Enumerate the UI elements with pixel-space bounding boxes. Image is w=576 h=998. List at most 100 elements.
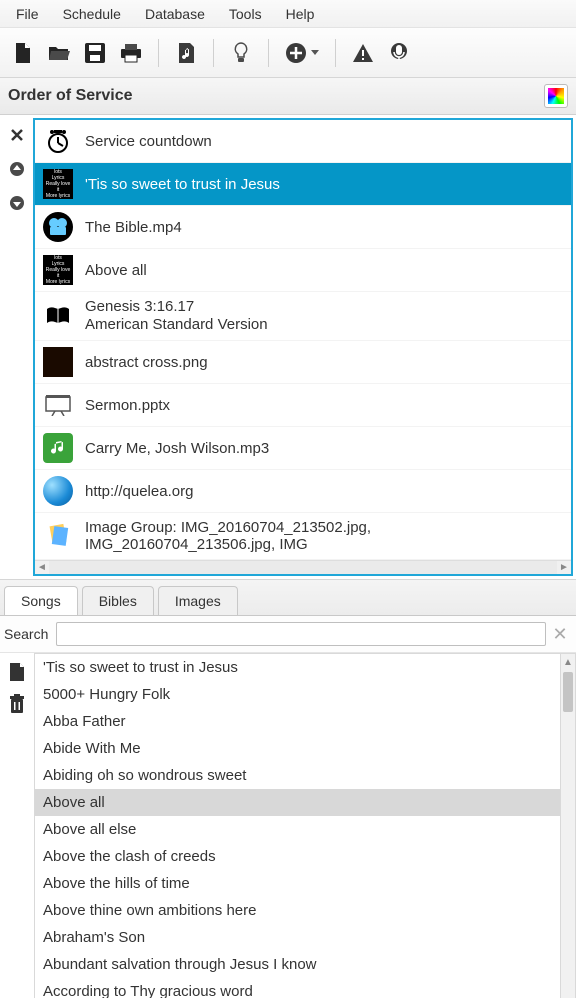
toolbar-separator bbox=[268, 39, 269, 67]
move-down-button[interactable] bbox=[8, 194, 26, 212]
schedule-item[interactable]: Lots and lotsLyricsReally love itMore ly… bbox=[35, 163, 571, 206]
microphone-button[interactable] bbox=[384, 38, 414, 68]
schedule-item-title: http://quelea.org bbox=[85, 483, 193, 500]
schedule-item-title: Genesis 3:16.17 bbox=[85, 298, 268, 316]
microphone-icon bbox=[390, 42, 408, 64]
schedule-item-title: Service countdown bbox=[85, 133, 212, 150]
song-row[interactable]: According to Thy gracious word bbox=[35, 978, 560, 998]
song-row[interactable]: Abraham's Son bbox=[35, 924, 560, 951]
save-icon bbox=[85, 43, 105, 63]
idea-button[interactable] bbox=[226, 38, 256, 68]
library-tabs: Songs Bibles Images bbox=[0, 579, 576, 616]
toolbar-separator bbox=[335, 39, 336, 67]
schedule-item-title: Sermon.pptx bbox=[85, 397, 170, 414]
add-button[interactable] bbox=[281, 38, 323, 68]
song-row[interactable]: Above all bbox=[35, 789, 560, 816]
warning-icon bbox=[352, 43, 374, 63]
timer-icon bbox=[43, 126, 73, 156]
scroll-track[interactable] bbox=[49, 561, 557, 574]
schedule-list[interactable]: Service countdown Lots and lotsLyricsReal… bbox=[33, 118, 573, 576]
song-row[interactable]: Abba Father bbox=[35, 708, 560, 735]
lightbulb-icon bbox=[234, 42, 248, 64]
schedule-item[interactable]: Lots and lotsLyricsReally love itMore ly… bbox=[35, 249, 571, 292]
menu-bar: File Schedule Database Tools Help bbox=[0, 0, 576, 28]
toolbar-separator bbox=[158, 39, 159, 67]
menu-file[interactable]: File bbox=[4, 2, 51, 26]
search-bar: Search ✕ bbox=[0, 616, 576, 653]
move-up-button[interactable] bbox=[8, 160, 26, 178]
save-schedule-button[interactable] bbox=[80, 38, 110, 68]
song-row[interactable]: Above the hills of time bbox=[35, 870, 560, 897]
rainbow-icon bbox=[548, 88, 564, 104]
trash-icon bbox=[9, 694, 25, 714]
delete-song-button[interactable] bbox=[8, 695, 26, 713]
menu-schedule[interactable]: Schedule bbox=[51, 2, 133, 26]
song-row[interactable]: 'Tis so sweet to trust in Jesus bbox=[35, 654, 560, 681]
warning-button[interactable] bbox=[348, 38, 378, 68]
image-group-icon bbox=[43, 521, 73, 551]
song-row[interactable]: Above all else bbox=[35, 816, 560, 843]
open-schedule-button[interactable] bbox=[44, 38, 74, 68]
schedule-item[interactable]: Sermon.pptx bbox=[35, 384, 571, 427]
scroll-left-icon[interactable]: ◄ bbox=[35, 561, 49, 574]
new-file-icon bbox=[13, 42, 33, 64]
vertical-scrollbar[interactable]: ▲ ▼ bbox=[560, 653, 576, 998]
schedule-area: Service countdown Lots and lotsLyricsReal… bbox=[0, 115, 576, 579]
new-song-button[interactable] bbox=[8, 663, 26, 681]
song-row[interactable]: Abide With Me bbox=[35, 735, 560, 762]
schedule-item[interactable]: Image Group: IMG_20160704_213502.jpg, IM… bbox=[35, 513, 571, 560]
schedule-item[interactable]: abstract cross.png bbox=[35, 341, 571, 384]
close-icon bbox=[10, 128, 24, 142]
tab-songs[interactable]: Songs bbox=[4, 586, 78, 615]
schedule-item-title: 'Tis so sweet to trust in Jesus bbox=[85, 176, 280, 193]
song-row[interactable]: 5000+ Hungry Folk bbox=[35, 681, 560, 708]
search-label: Search bbox=[2, 626, 52, 642]
music-note-button[interactable] bbox=[171, 38, 201, 68]
song-row[interactable]: Above thine own ambitions here bbox=[35, 897, 560, 924]
song-row[interactable]: Abiding oh so wondrous sweet bbox=[35, 762, 560, 789]
schedule-side-tools bbox=[1, 116, 33, 578]
presentation-icon bbox=[43, 390, 73, 420]
add-icon bbox=[285, 42, 307, 64]
schedule-item[interactable]: Genesis 3:16.17American Standard Version bbox=[35, 292, 571, 341]
image-icon bbox=[43, 347, 73, 377]
main-toolbar bbox=[0, 28, 576, 78]
audio-icon bbox=[43, 433, 73, 463]
schedule-item-title: Image Group: IMG_20160704_213502.jpg, IM… bbox=[85, 519, 563, 553]
menu-database[interactable]: Database bbox=[133, 2, 217, 26]
schedule-item-title: Carry Me, Josh Wilson.mp3 bbox=[85, 440, 269, 457]
remove-item-button[interactable] bbox=[8, 126, 26, 144]
theme-picker-button[interactable] bbox=[544, 84, 568, 108]
schedule-item-text: Genesis 3:16.17American Standard Version bbox=[85, 298, 268, 334]
print-schedule-button[interactable] bbox=[116, 38, 146, 68]
scroll-thumb[interactable] bbox=[563, 672, 573, 712]
schedule-item-subtitle: American Standard Version bbox=[85, 316, 268, 334]
print-icon bbox=[120, 43, 142, 63]
video-icon bbox=[43, 212, 73, 242]
schedule-item[interactable]: Carry Me, Josh Wilson.mp3 bbox=[35, 427, 571, 470]
songs-panel: 'Tis so sweet to trust in Jesus5000+ Hun… bbox=[0, 653, 576, 998]
globe-icon bbox=[43, 476, 73, 506]
schedule-item[interactable]: http://quelea.org bbox=[35, 470, 571, 513]
menu-help[interactable]: Help bbox=[274, 2, 327, 26]
song-row[interactable]: Abundant salvation through Jesus I know bbox=[35, 951, 560, 978]
tab-bibles[interactable]: Bibles bbox=[82, 586, 154, 615]
new-schedule-button[interactable] bbox=[8, 38, 38, 68]
song-list[interactable]: 'Tis so sweet to trust in Jesus5000+ Hun… bbox=[34, 653, 560, 998]
bible-icon bbox=[43, 301, 73, 331]
song-row[interactable]: Above the clash of creeds bbox=[35, 843, 560, 870]
clear-search-button[interactable]: ✕ bbox=[550, 624, 570, 645]
arrow-up-icon bbox=[9, 161, 25, 177]
scroll-right-icon[interactable]: ► bbox=[557, 561, 571, 574]
chevron-down-icon bbox=[311, 50, 319, 55]
search-input[interactable] bbox=[56, 622, 546, 646]
menu-tools[interactable]: Tools bbox=[217, 2, 274, 26]
schedule-item[interactable]: The Bible.mp4 bbox=[35, 206, 571, 249]
horizontal-scrollbar[interactable]: ◄ ► bbox=[35, 560, 571, 574]
file-icon bbox=[9, 662, 25, 682]
tab-images[interactable]: Images bbox=[158, 586, 238, 615]
schedule-item[interactable]: Service countdown bbox=[35, 120, 571, 163]
scroll-up-icon[interactable]: ▲ bbox=[561, 654, 575, 670]
lyrics-icon: Lots and lotsLyricsReally love itMore ly… bbox=[43, 169, 73, 199]
songs-side-tools bbox=[0, 653, 34, 998]
